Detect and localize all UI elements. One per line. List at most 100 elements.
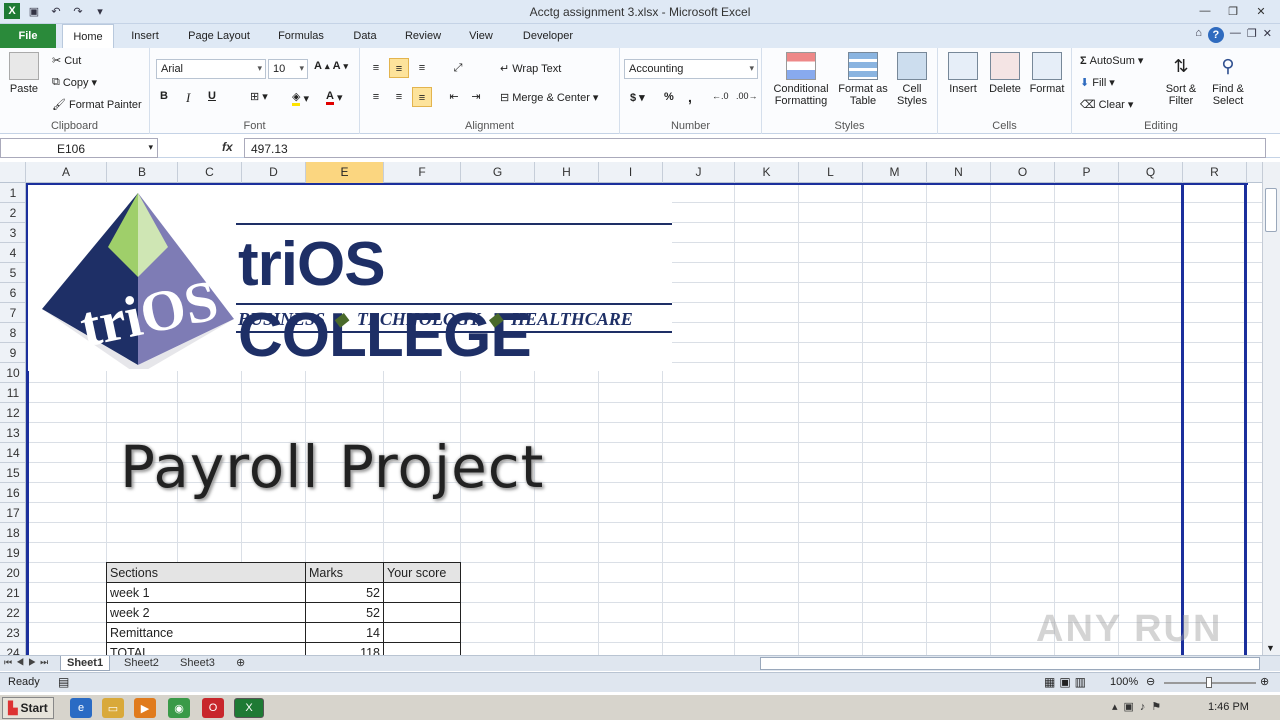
row-header[interactable]: 22 [0, 603, 25, 623]
table-cell[interactable]: 52 [305, 582, 384, 603]
column-header[interactable]: N [927, 162, 991, 183]
table-cell[interactable]: 118 [305, 642, 384, 655]
row-header[interactable]: 20 [0, 563, 25, 583]
row-header[interactable]: 6 [0, 283, 25, 303]
column-header[interactable]: C [178, 162, 242, 183]
wrap-text-button[interactable]: ↵ Wrap Text [500, 62, 561, 76]
chrome-icon[interactable]: ◉ [168, 698, 190, 718]
tab-page-layout[interactable]: Page Layout [180, 24, 258, 48]
column-header[interactable]: H [535, 162, 599, 183]
align-right-icon[interactable]: ≡ [412, 87, 432, 107]
currency-button[interactable]: $ ▾ [630, 91, 645, 105]
align-top-icon[interactable]: ≡ [366, 58, 386, 78]
italic-button[interactable]: I [186, 90, 190, 106]
orientation-icon[interactable]: ⤢ [448, 58, 468, 78]
zoom-thumb[interactable] [1206, 677, 1212, 688]
column-header[interactable]: D [242, 162, 306, 183]
view-buttons-icon[interactable]: ▦▣▥ [1044, 675, 1090, 689]
column-header[interactable]: P [1055, 162, 1119, 183]
font-size-combo[interactable]: 10 [268, 59, 308, 79]
sheet-tab-1[interactable]: Sheet1 [60, 656, 111, 671]
tab-home[interactable]: Home [62, 24, 114, 48]
row-header[interactable]: 19 [0, 543, 25, 563]
table-cell[interactable] [383, 622, 461, 643]
tray-icons[interactable]: ▴▣♪⚑ [1112, 700, 1167, 713]
clear-button[interactable]: ⌫ Clear ▾ [1080, 98, 1133, 112]
column-header[interactable]: M [863, 162, 927, 183]
row-header[interactable]: 18 [0, 523, 25, 543]
row-header[interactable]: 17 [0, 503, 25, 523]
column-header[interactable]: A [26, 162, 107, 183]
start-button[interactable]: ▙ Start [2, 697, 54, 719]
worksheet-grid[interactable]: triOS triOS COLLEGE BUSINESS ◆ TECHNOLOG… [26, 183, 1262, 655]
format-painter-button[interactable]: 🖌 Format Painter [52, 98, 142, 112]
column-header-selected[interactable]: E [306, 162, 384, 183]
increase-indent-icon[interactable]: ⇥ [466, 87, 486, 107]
delete-cells-button[interactable]: Delete [984, 52, 1026, 95]
column-header[interactable]: G [461, 162, 535, 183]
ie-icon[interactable]: e [70, 698, 92, 718]
row-header[interactable]: 14 [0, 443, 25, 463]
row-header[interactable]: 16 [0, 483, 25, 503]
row-header[interactable]: 8 [0, 323, 25, 343]
font-name-combo[interactable]: Arial [156, 59, 266, 79]
row-header[interactable]: 15 [0, 463, 25, 483]
column-header[interactable]: L [799, 162, 863, 183]
find-select-button[interactable]: ⚲ Find & Select [1206, 52, 1250, 107]
font-color-button[interactable]: A ▾ [326, 90, 342, 105]
row-header[interactable]: 23 [0, 623, 25, 643]
table-header-cell[interactable]: Your score [383, 562, 461, 583]
decrease-decimal-icon[interactable]: .00→ [736, 91, 758, 101]
row-header[interactable]: 7 [0, 303, 25, 323]
folder-icon[interactable]: ▭ [102, 698, 124, 718]
row-header[interactable]: 1 [0, 183, 25, 203]
table-cell[interactable] [383, 582, 461, 603]
table-cell[interactable]: TOTAL [106, 642, 306, 655]
merge-center-button[interactable]: ⊟ Merge & Center ▾ [500, 91, 598, 105]
zoom-level[interactable]: 100% [1110, 676, 1138, 688]
borders-button[interactable]: ⊞ ▾ [250, 90, 268, 103]
table-header-cell[interactable]: Marks [305, 562, 384, 583]
zoom-in-icon[interactable]: ⊕ [1260, 675, 1269, 688]
increase-decimal-icon[interactable]: ←.0 [712, 91, 729, 101]
number-format-combo[interactable]: Accounting [624, 59, 758, 79]
row-header[interactable]: 12 [0, 403, 25, 423]
fill-color-button[interactable]: ◈ ▾ [292, 90, 309, 106]
formula-input[interactable]: 497.13 [244, 138, 1266, 158]
minimize-button[interactable]: — [1192, 2, 1218, 20]
vertical-scrollbar[interactable]: ▼ [1262, 162, 1280, 655]
column-header[interactable]: R [1183, 162, 1247, 183]
zoom-out-icon[interactable]: ⊖ [1146, 675, 1155, 688]
insert-function-icon[interactable]: fx [222, 140, 233, 154]
tab-data[interactable]: Data [344, 24, 386, 48]
doc-close-icon[interactable]: ✕ [1263, 27, 1272, 43]
row-header[interactable]: 11 [0, 383, 25, 403]
select-all-corner[interactable] [0, 162, 26, 183]
column-header[interactable]: Q [1119, 162, 1183, 183]
paste-button[interactable]: Paste [4, 52, 44, 95]
row-header[interactable]: 10 [0, 363, 25, 383]
sort-filter-button[interactable]: ⇅ Sort & Filter [1158, 52, 1204, 107]
table-cell[interactable] [383, 602, 461, 623]
conditional-formatting-button[interactable]: Conditional Formatting [766, 52, 836, 107]
row-header[interactable]: 24 [0, 643, 25, 655]
decrease-indent-icon[interactable]: ⇤ [444, 87, 464, 107]
minimize-ribbon-icon[interactable]: ⌂ [1195, 27, 1202, 43]
table-cell[interactable] [383, 642, 461, 655]
doc-restore-icon[interactable]: ❐ [1247, 27, 1257, 43]
underline-button[interactable]: U [208, 90, 216, 102]
column-header[interactable]: I [599, 162, 663, 183]
row-header[interactable]: 2 [0, 203, 25, 223]
scroll-thumb[interactable] [1265, 188, 1277, 232]
autosum-button[interactable]: Σ AutoSum ▾ [1080, 54, 1143, 68]
scroll-down-icon[interactable]: ▼ [1266, 643, 1275, 653]
insert-cells-button[interactable]: Insert [942, 52, 984, 95]
horizontal-scrollbar[interactable] [760, 657, 1260, 670]
row-header[interactable]: 21 [0, 583, 25, 603]
sheet-nav-arrows-icon[interactable]: ⏮◀▶⏭ [4, 657, 52, 668]
column-header[interactable]: J [663, 162, 735, 183]
align-left-icon[interactable]: ≡ [366, 87, 386, 107]
percent-button[interactable]: % [664, 91, 674, 103]
help-icon[interactable]: ? [1207, 27, 1224, 43]
opera-icon[interactable]: O [202, 698, 224, 718]
